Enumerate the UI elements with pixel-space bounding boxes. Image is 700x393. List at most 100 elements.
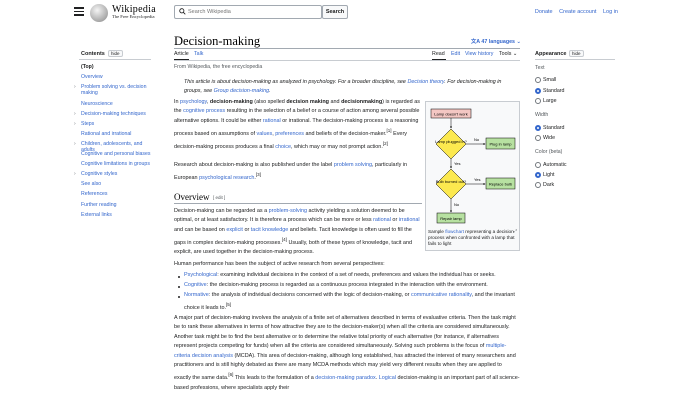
toc-item[interactable]: Cognitive limitations in groups: [81, 161, 156, 167]
tab-view-history[interactable]: View history: [465, 51, 493, 57]
main-menu-icon[interactable]: [74, 7, 84, 16]
log-in-link[interactable]: Log in: [603, 9, 618, 15]
toc-item[interactable]: (Top): [81, 64, 156, 70]
appearance-divider: [535, 59, 615, 60]
intro-paragraph: In psychology, decision-making (also spe…: [174, 99, 420, 151]
cognitive-link[interactable]: Cognitive: [184, 282, 207, 288]
choice-link[interactable]: choice: [275, 144, 291, 150]
toc-item[interactable]: Problem solving vs. decision making: [81, 84, 156, 96]
chevron-right-icon[interactable]: ›: [74, 121, 76, 127]
site-subtitle: From Wikipedia, the free encyclopedia: [174, 64, 263, 70]
bullet: [178, 286, 180, 288]
width-standard-radio[interactable]: [535, 125, 541, 131]
list-item: Psychological: examining individual deci…: [184, 272, 496, 278]
preferences-link[interactable]: preferences: [275, 131, 304, 137]
section-edit-link[interactable]: [ edit ]: [213, 195, 225, 200]
edge-label-no-1: No: [474, 137, 480, 142]
toc-item[interactable]: Cognitive and personal biases: [81, 151, 156, 157]
tools-menu[interactable]: Tools ⌄: [499, 51, 517, 57]
rational-link[interactable]: rational: [263, 118, 281, 124]
toc-item[interactable]: External links: [81, 212, 156, 218]
group-decision-making-link[interactable]: Group decision-making: [214, 88, 269, 94]
explicit-link[interactable]: explicit: [226, 227, 243, 233]
language-button[interactable]: 文A 47 languages ⌄: [471, 37, 521, 45]
width-label: Width: [535, 112, 549, 118]
toc-item[interactable]: See also: [81, 181, 156, 187]
overview-paragraph: Decision-making can be regarded as a pro…: [174, 208, 420, 256]
toc-item[interactable]: Rational and irrational: [81, 131, 156, 137]
hatnote-text: This article is about decision-making as…: [184, 79, 406, 85]
toc-item[interactable]: References: [81, 191, 156, 197]
values-link[interactable]: values: [257, 131, 273, 137]
tab-article[interactable]: Article: [174, 51, 189, 57]
cognitive-process-link[interactable]: cognitive process: [183, 108, 225, 114]
translate-icon: 文A: [471, 39, 480, 45]
chevron-right-icon[interactable]: ›: [74, 111, 76, 117]
normative-link[interactable]: Normative: [184, 292, 209, 298]
toc-item[interactable]: Cognitive styles: [81, 171, 156, 177]
flowchart-diagram[interactable]: Lamp doesn't work Lamp plugged in? No Pl…: [428, 104, 518, 229]
wikipedia-globe-logo[interactable]: [90, 4, 108, 22]
search-button[interactable]: Search: [322, 5, 348, 19]
edge-label-yes-2: Yes: [474, 177, 481, 182]
create-account-link[interactable]: Create account: [559, 9, 596, 15]
toc-item[interactable]: Steps: [81, 121, 156, 127]
list-item: Cognitive: the decision-making process i…: [184, 282, 488, 288]
width-wide-radio[interactable]: [535, 135, 541, 141]
width-wide-label: Wide: [543, 135, 556, 141]
flow-node-bulb: [435, 168, 467, 200]
color-automatic-radio[interactable]: [535, 162, 541, 168]
chevron-down-icon: ⌄: [512, 51, 518, 57]
irrational-link[interactable]: irrational: [399, 217, 420, 223]
color-dark-radio[interactable]: [535, 182, 541, 188]
chevron-right-icon[interactable]: ›: [74, 84, 76, 90]
color-automatic-label: Automatic: [543, 162, 567, 168]
toc-item[interactable]: Neuroscience: [81, 101, 156, 107]
appearance-hide-button[interactable]: hide: [569, 50, 584, 57]
chevron-right-icon[interactable]: ›: [74, 171, 76, 177]
color-dark-label: Dark: [543, 182, 555, 188]
tab-edit[interactable]: Edit: [451, 51, 460, 57]
mcda-link[interactable]: multiple-criteria decision analysis: [174, 343, 506, 358]
logical-link[interactable]: Logical: [379, 375, 396, 381]
psychological-link[interactable]: Psychological: [184, 272, 217, 278]
toc-divider: [79, 59, 151, 60]
text-size-label: Text: [535, 65, 545, 71]
decision-theory-link[interactable]: Decision theory: [407, 79, 444, 85]
edge-label-no-2: No: [454, 202, 460, 207]
chevron-right-icon[interactable]: ›: [74, 141, 76, 147]
toc-item[interactable]: Decision-making techniques: [81, 111, 156, 117]
toc-item[interactable]: Further reading: [81, 202, 156, 208]
text-size-large-radio[interactable]: [535, 98, 541, 104]
flow-node-repair-label: Repair lamp: [440, 216, 462, 221]
toc-hide-button[interactable]: hide: [108, 50, 123, 57]
tab-talk[interactable]: Talk: [194, 51, 203, 57]
rational-link[interactable]: rational: [373, 217, 391, 223]
color-label: Color (beta): [535, 149, 563, 155]
figure-caption: Sample flowchart representing a decision…: [428, 229, 518, 247]
donate-link[interactable]: Donate: [535, 9, 553, 15]
tacit-knowledge-link[interactable]: tacit knowledge: [251, 227, 288, 233]
research-paragraph: Research about decision-making is also p…: [174, 162, 408, 182]
search-input[interactable]: [188, 6, 318, 18]
flowchart-link[interactable]: flowchart: [445, 229, 464, 234]
hatnote: This article is about decision-making as…: [184, 78, 520, 96]
tab-read[interactable]: Read: [432, 51, 445, 57]
performance-paragraph: Human performance has been the subject o…: [174, 261, 385, 267]
communicative-rationality-link[interactable]: communicative rationality: [411, 292, 472, 298]
text-size-standard-radio[interactable]: [535, 88, 541, 94]
psychology-link[interactable]: psychology: [180, 99, 207, 105]
problem-solving-link[interactable]: problem solving: [334, 162, 372, 168]
text-size-small-radio[interactable]: [535, 77, 541, 83]
toc-item[interactable]: Overview: [81, 74, 156, 80]
bullet: [178, 276, 180, 278]
problem-solving-activity-link[interactable]: problem-solving: [269, 208, 307, 214]
toc-title: Contents: [81, 51, 105, 57]
decision-making-paradox-link[interactable]: decision-making paradox: [315, 375, 375, 381]
psychological-research-link[interactable]: psychological research: [199, 175, 254, 181]
page-title: Decision-making: [174, 34, 261, 48]
tabs-divider: [174, 60, 520, 61]
width-standard-label: Standard: [543, 125, 565, 131]
color-light-radio[interactable]: [535, 172, 541, 178]
text-size-small-label: Small: [543, 77, 557, 83]
